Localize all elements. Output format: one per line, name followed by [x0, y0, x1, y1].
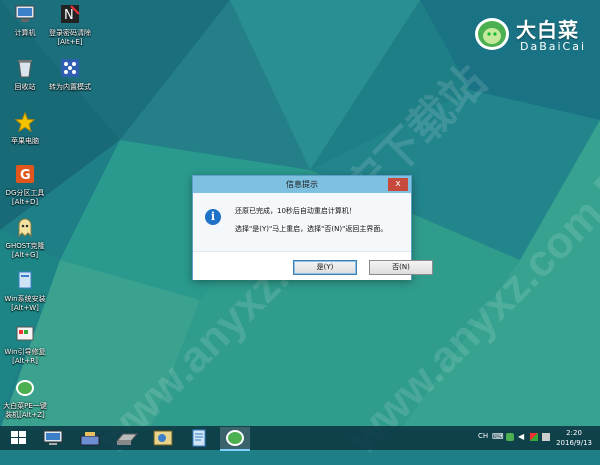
svg-text:G: G	[20, 168, 31, 183]
dialog-message-1: 还原已完成，10秒后自动重启计算机！	[235, 207, 356, 215]
document-taskbar-icon[interactable]	[186, 428, 212, 448]
desktop-icon-label: GHOST克隆 [Alt+G]	[5, 242, 45, 259]
no-button[interactable]: 否(N)	[369, 260, 433, 275]
info-icon: i	[205, 209, 221, 225]
toolbox-taskbar-icon[interactable]	[77, 428, 103, 448]
svg-text:N: N	[64, 8, 74, 23]
clock-date: 2016/9/13	[556, 439, 592, 447]
desktop-icon-apple[interactable]: 苹果电脑	[0, 111, 56, 146]
close-button[interactable]: x	[388, 178, 408, 191]
password-clear-icon: N	[61, 5, 80, 23]
boot-repair-icon	[16, 326, 34, 341]
speaker-icon[interactable]: ◀	[518, 432, 524, 441]
info-dialog: 信息提示 x i 还原已完成，10秒后自动重启计算机！ 选择"是(Y)"马上重启…	[192, 175, 433, 280]
desktop-icon-transfer[interactable]: 转为内置模式	[39, 57, 101, 92]
tray-window-icon[interactable]	[542, 433, 550, 441]
desktop-icon-label: 苹果电脑	[11, 137, 39, 145]
desktop-icon-win-setup[interactable]: Win系统安装 [Alt+W]	[0, 269, 56, 313]
cabbage-taskbar-icon	[226, 430, 244, 446]
desktop-icon-label: Win引导修复 [Alt+R]	[4, 348, 46, 365]
dg-partition-icon: G	[16, 165, 34, 183]
computer-taskbar-icon[interactable]	[40, 428, 66, 448]
yes-button[interactable]: 是(Y)	[293, 260, 357, 275]
desktop-icon-label: 大白菜PE一键 装机[Alt+Z]	[3, 402, 47, 419]
transfer-mode-icon	[61, 59, 79, 77]
star-icon	[14, 111, 36, 133]
language-indicator[interactable]: CH	[478, 432, 488, 440]
network-icon[interactable]	[506, 433, 514, 441]
logo-text: 大白菜	[516, 18, 579, 42]
desktop-icon-label: Win系统安装 [Alt+W]	[4, 295, 46, 312]
system-tray: CH ⌨ ◀ 2:20 2016/9/13	[470, 426, 600, 450]
recycle-bin-icon	[18, 60, 32, 78]
desktop-icon-label: 登录密码清除 [Alt+E]	[49, 29, 91, 46]
desktop-icon-login-clear[interactable]: N 登录密码清除 [Alt+E]	[39, 3, 101, 47]
active-app-highlight[interactable]	[220, 427, 250, 451]
dialog-title: 信息提示	[193, 176, 411, 193]
taskbar: CH ⌨ ◀ 2:20 2016/9/13	[0, 426, 600, 451]
clock-time: 2:20	[566, 429, 582, 437]
desktop-icon-label: 转为内置模式	[49, 83, 91, 91]
desktop-icon-win-repair[interactable]: Win引导修复 [Alt+R]	[0, 322, 56, 366]
desktop-icon-ghost[interactable]: GHOST克隆 [Alt+G]	[0, 216, 56, 260]
desktop-icon-label: DG分区工具 [Alt+D]	[5, 189, 45, 206]
keyboard-icon[interactable]: ⌨	[492, 432, 504, 441]
win-setup-icon	[18, 271, 32, 289]
computer-icon	[15, 5, 35, 22]
drive-taskbar-icon[interactable]	[114, 428, 140, 448]
start-button-windows-icon[interactable]	[6, 428, 32, 448]
dialog-message-2: 选择"是(Y)"马上重启，选择"否(N)"返回主界面。	[235, 225, 388, 233]
clock[interactable]: 2:20 2016/9/13	[556, 428, 592, 448]
tray-app-icon[interactable]	[530, 433, 538, 441]
ghost-icon	[18, 218, 32, 238]
dialog-footer: 是(Y) 否(N)	[193, 251, 433, 280]
logo-subtext: DaBaiCai	[520, 40, 587, 53]
dabaicai-logo: 大白菜 DaBaiCai	[470, 8, 598, 58]
desktop: www.anyxz.com 安下载站 www.anyxz.com 安下载站 大白…	[0, 0, 600, 463]
desktop-icon-dg[interactable]: G DG分区工具 [Alt+D]	[0, 163, 56, 207]
cabbage-icon	[16, 380, 34, 396]
cabbage-logo-icon	[475, 18, 509, 50]
tools-taskbar-icon[interactable]	[150, 428, 176, 448]
dialog-body: i 还原已完成，10秒后自动重启计算机！ 选择"是(Y)"马上重启，选择"否(N…	[193, 193, 411, 251]
desktop-icon-onekey[interactable]: 大白菜PE一键 装机[Alt+Z]	[0, 376, 56, 420]
